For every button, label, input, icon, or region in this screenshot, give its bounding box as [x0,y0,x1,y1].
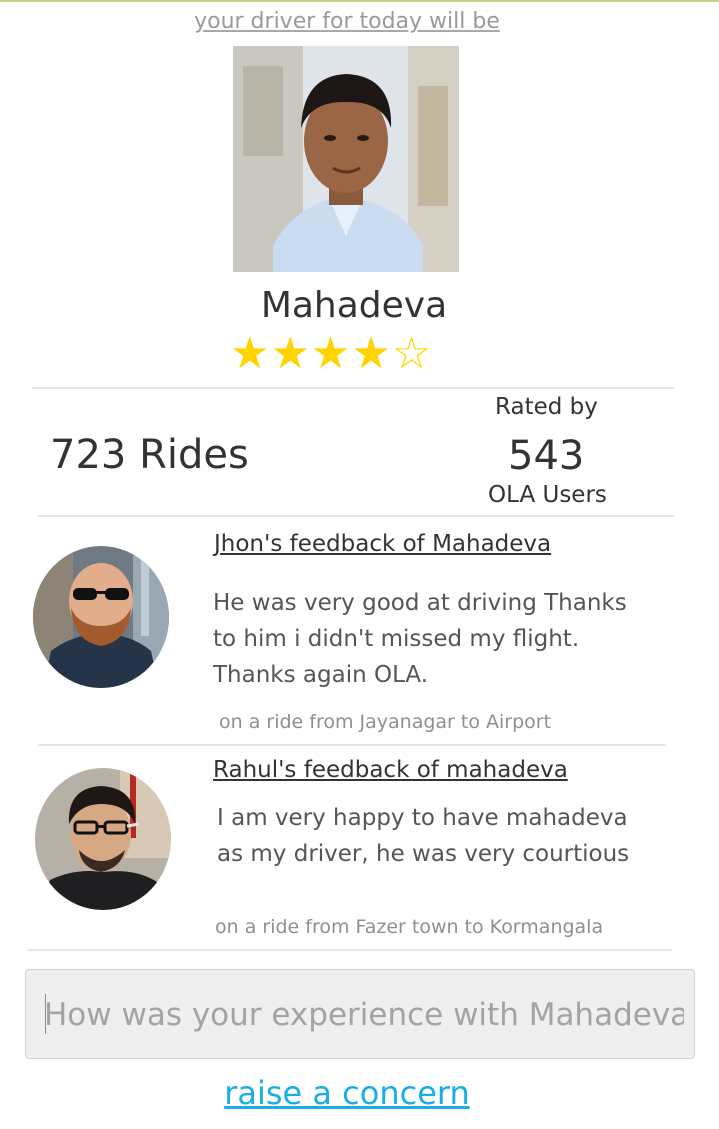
feedback-line: He was very good at driving Thanks [213,590,627,616]
divider [28,949,672,951]
reviewer-avatar [33,546,169,688]
rated-by-label: Rated by [495,394,598,420]
rated-by-users-label: OLA Users [488,482,607,508]
feedback-line: I am very happy to have mahadeva [217,805,628,831]
feedback-ride-info: on a ride from Fazer town to Kormangala [215,916,604,938]
rated-by-count: 543 [508,433,585,479]
divider [38,744,666,746]
star-filled-icon: ★ [310,328,352,379]
raise-concern-link[interactable]: raise a concern [0,1074,694,1112]
driver-rating-stars: ★★★★☆ [230,330,470,378]
experience-input-box[interactable] [25,969,695,1059]
feedback-text: I am very happy to have mahadeva as my d… [217,800,629,872]
divider [38,515,674,517]
rides-count: 723 Rides [50,432,249,478]
feedback-line: as my driver, he was very courtious [217,841,630,867]
divider [32,387,674,389]
top-border [0,0,719,2]
driver-intro-text: your driver for today will be [194,9,500,34]
star-empty-icon: ☆ [391,328,433,379]
experience-input[interactable] [44,992,684,1038]
driver-name: Mahadeva [260,285,448,326]
reviewer-avatar [35,768,171,910]
feedback-text: He was very good at driving Thanks to hi… [213,585,627,693]
driver-photo [233,46,459,272]
feedback-line: Thanks again OLA. [213,662,429,688]
star-filled-icon: ★ [230,328,271,379]
star-filled-icon: ★ [351,328,392,379]
feedback-title[interactable]: Rahul's feedback of mahadeva [213,757,568,783]
feedback-title[interactable]: Jhon's feedback of Mahadeva [214,531,551,557]
feedback-ride-info: on a ride from Jayanagar to Airport [219,711,552,733]
feedback-line: to him i didn't missed my flight. [213,626,580,652]
star-filled-icon: ★ [270,328,311,379]
